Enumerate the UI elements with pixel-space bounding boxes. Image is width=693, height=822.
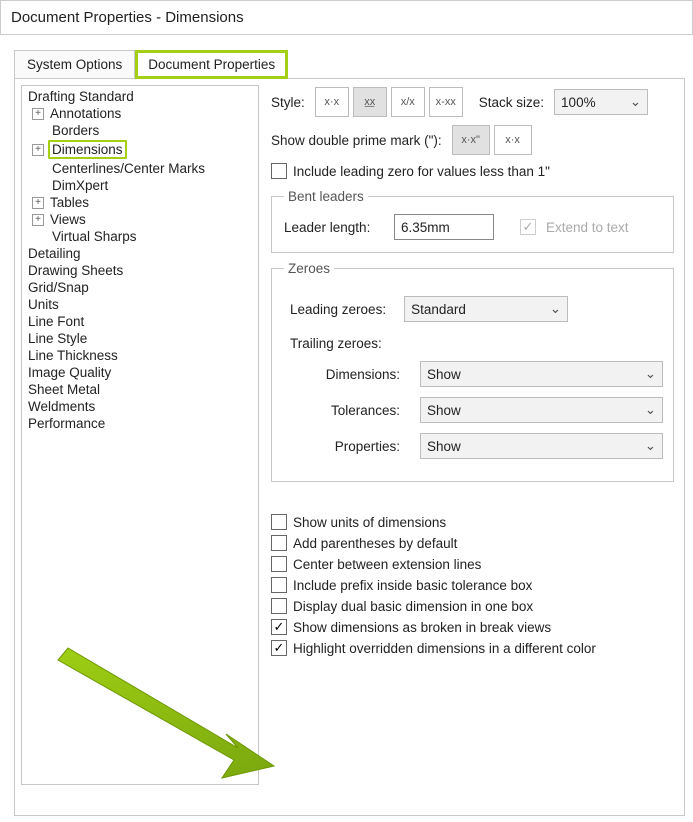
dimensions-zero-combo[interactable]: Show ⌄ xyxy=(420,361,663,387)
show-units-label: Show units of dimensions xyxy=(293,515,446,530)
bent-leaders-group: Bent leaders Leader length: 6.35mm ✓ Ext… xyxy=(271,189,674,253)
tree-item-centerlines[interactable]: Centerlines/Center Marks xyxy=(22,160,258,177)
tree-item-sheet-metal[interactable]: Sheet Metal xyxy=(22,381,258,398)
tree-item-drawing-sheets[interactable]: Drawing Sheets xyxy=(22,262,258,279)
stack-size-combo[interactable]: 100% ⌄ xyxy=(554,89,648,115)
tree-label: Dimensions xyxy=(48,140,127,159)
style-option-2[interactable]: x͟x xyxy=(353,87,387,117)
highlight-overridden-label: Highlight overridden dimensions in a dif… xyxy=(293,641,596,656)
settings-panel: Style: x·x x͟x x/x x-xx Stack size: 100%… xyxy=(259,79,684,785)
plus-icon[interactable]: + xyxy=(32,108,44,120)
tree-item-image-quality[interactable]: Image Quality xyxy=(22,364,258,381)
tree-item-detailing[interactable]: Detailing xyxy=(22,245,258,262)
tree-label: Tables xyxy=(50,195,89,210)
leader-length-input[interactable]: 6.35mm xyxy=(394,214,494,240)
checkbox-highlight-overridden[interactable] xyxy=(271,640,287,656)
plus-icon[interactable]: + xyxy=(32,197,44,209)
nav-tree: Drafting Standard + Annotations Borders +… xyxy=(21,85,259,785)
tree-item-line-thickness[interactable]: Line Thickness xyxy=(22,347,258,364)
dimensions-zero-label: Dimensions: xyxy=(284,367,414,382)
chevron-down-icon: ⌄ xyxy=(635,366,656,382)
tab-system-options[interactable]: System Options xyxy=(14,50,135,79)
plus-icon[interactable]: + xyxy=(32,214,44,226)
tree-item-tables[interactable]: + Tables xyxy=(22,194,258,211)
chevron-down-icon: ⌄ xyxy=(635,438,656,454)
broken-break-label: Show dimensions as broken in break views xyxy=(293,620,551,635)
prime-mark-label: Show double prime mark ("): xyxy=(271,133,442,148)
style-option-3[interactable]: x/x xyxy=(391,87,425,117)
style-option-4[interactable]: x-xx xyxy=(429,87,463,117)
dimensions-zero-value: Show xyxy=(427,367,461,382)
zeroes-group: Zeroes Leading zeroes: Standard ⌄ Traili… xyxy=(271,261,674,482)
tolerances-zero-value: Show xyxy=(427,403,461,418)
tree-item-units[interactable]: Units xyxy=(22,296,258,313)
options-checklist: Show units of dimensions Add parentheses… xyxy=(271,514,674,656)
tree-item-performance[interactable]: Performance xyxy=(22,415,258,432)
checkbox-center-extension[interactable] xyxy=(271,556,287,572)
checkbox-include-leading-zero[interactable] xyxy=(271,163,287,179)
bent-leaders-legend: Bent leaders xyxy=(284,189,368,204)
trailing-zeroes-label: Trailing zeroes: xyxy=(290,336,663,351)
style-option-1[interactable]: x·x xyxy=(315,87,349,117)
checkbox-broken-break[interactable] xyxy=(271,619,287,635)
tree-item-annotations[interactable]: + Annotations xyxy=(22,105,258,122)
chevron-down-icon: ⌄ xyxy=(540,301,561,317)
tab-document-properties[interactable]: Document Properties xyxy=(135,50,288,79)
plus-icon[interactable]: + xyxy=(32,144,44,156)
tree-label: Views xyxy=(50,212,86,227)
prime-option-2[interactable]: x·x xyxy=(494,125,532,155)
tree-item-borders[interactable]: Borders xyxy=(22,122,258,139)
checkbox-show-units[interactable] xyxy=(271,514,287,530)
tree-item-drafting-standard[interactable]: Drafting Standard xyxy=(22,88,258,105)
checkbox-dual-basic[interactable] xyxy=(271,598,287,614)
tree-item-weldments[interactable]: Weldments xyxy=(22,398,258,415)
window-titlebar: Document Properties - Dimensions xyxy=(0,0,693,35)
style-label: Style: xyxy=(271,95,305,110)
tab-bar: System Options Document Properties xyxy=(14,49,693,78)
tree-item-views[interactable]: + Views xyxy=(22,211,258,228)
tree-item-dimxpert[interactable]: DimXpert xyxy=(22,177,258,194)
checkbox-extend-to-text: ✓ xyxy=(520,219,536,235)
properties-zero-combo[interactable]: Show ⌄ xyxy=(420,433,663,459)
tree-label: Annotations xyxy=(50,106,121,121)
tree-item-grid-snap[interactable]: Grid/Snap xyxy=(22,279,258,296)
tree-item-line-font[interactable]: Line Font xyxy=(22,313,258,330)
extend-to-text-label: Extend to text xyxy=(546,220,629,235)
tree-item-dimensions[interactable]: + Dimensions xyxy=(22,139,258,160)
center-extension-label: Center between extension lines xyxy=(293,557,481,572)
properties-zero-label: Properties: xyxy=(284,439,414,454)
content-area: Drafting Standard + Annotations Borders +… xyxy=(14,78,685,816)
zeroes-legend: Zeroes xyxy=(284,261,334,276)
leader-length-label: Leader length: xyxy=(284,220,384,235)
chevron-down-icon: ⌄ xyxy=(635,402,656,418)
stack-size-value: 100% xyxy=(561,95,596,110)
include-prefix-label: Include prefix inside basic tolerance bo… xyxy=(293,578,532,593)
tolerances-zero-combo[interactable]: Show ⌄ xyxy=(420,397,663,423)
checkbox-add-parentheses[interactable] xyxy=(271,535,287,551)
tree-item-line-style[interactable]: Line Style xyxy=(22,330,258,347)
stack-size-label: Stack size: xyxy=(479,95,544,110)
leading-zeroes-combo[interactable]: Standard ⌄ xyxy=(404,296,568,322)
checkbox-include-prefix[interactable] xyxy=(271,577,287,593)
tolerances-zero-label: Tolerances: xyxy=(284,403,414,418)
leader-length-value: 6.35mm xyxy=(401,220,450,235)
chevron-down-icon: ⌄ xyxy=(620,94,641,110)
add-parentheses-label: Add parentheses by default xyxy=(293,536,457,551)
properties-zero-value: Show xyxy=(427,439,461,454)
tree-item-virtual-sharps[interactable]: Virtual Sharps xyxy=(22,228,258,245)
leading-zeroes-label: Leading zeroes: xyxy=(290,302,386,317)
prime-option-1[interactable]: x·x" xyxy=(452,125,490,155)
leading-zeroes-value: Standard xyxy=(411,302,466,317)
include-leading-zero-label: Include leading zero for values less tha… xyxy=(293,164,550,179)
dual-basic-label: Display dual basic dimension in one box xyxy=(293,599,533,614)
